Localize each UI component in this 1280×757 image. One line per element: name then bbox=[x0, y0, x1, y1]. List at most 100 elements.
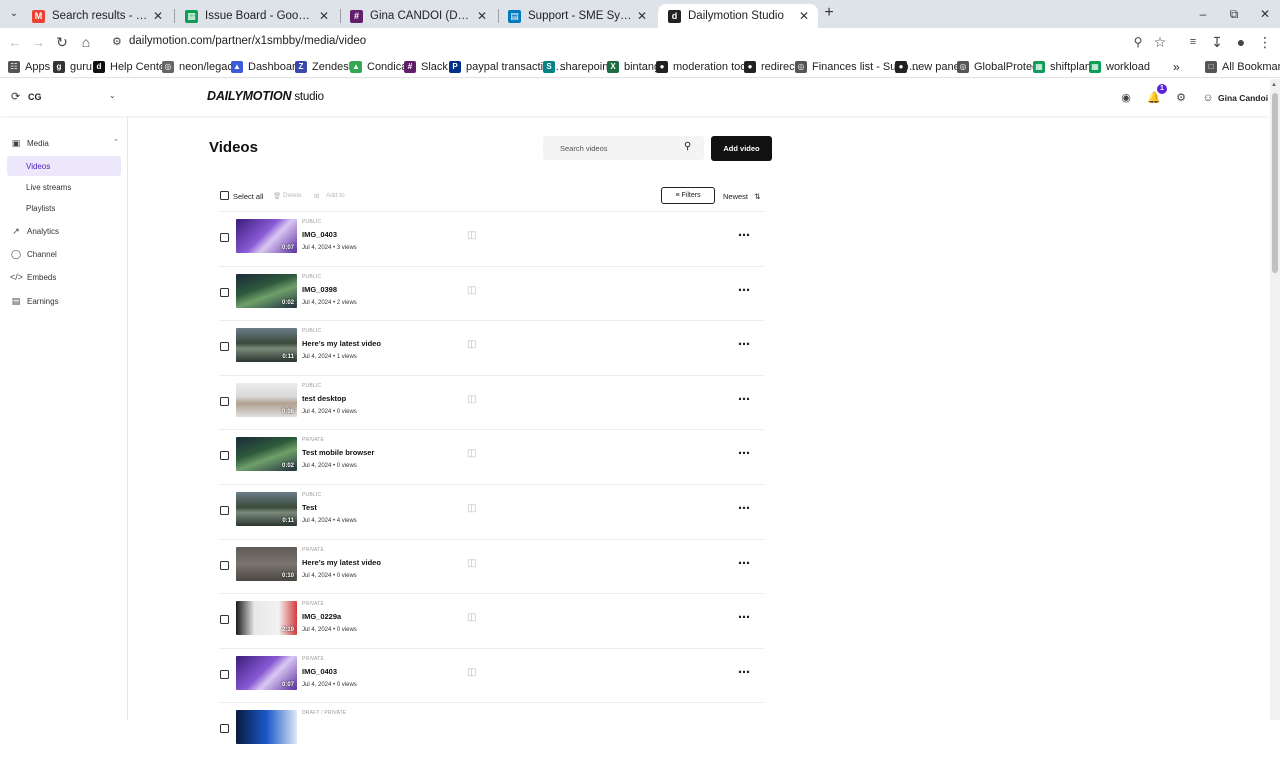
bookmark-item[interactable]: ● moderation tool bbox=[656, 60, 749, 74]
video-title[interactable]: IMG_0403 bbox=[302, 230, 337, 239]
video-row[interactable]: 0:11 PUBLIC Test Jul 4, 2024 • 4 views ◫ ⋯ bbox=[219, 484, 764, 539]
new-tab-button[interactable]: + bbox=[821, 4, 837, 22]
video-thumbnail[interactable]: 2:19 bbox=[236, 601, 297, 636]
address-bar[interactable]: ⚙ dailymotion.com/partner/x1smbby/media/… bbox=[104, 30, 1178, 54]
video-row[interactable]: 0:07 PUBLIC IMG_0403 Jul 4, 2024 • 3 views ◫… bbox=[219, 211, 764, 266]
video-thumbnail[interactable]: 0:07 bbox=[236, 219, 297, 253]
video-row[interactable]: 0:10 PRIVATE Here’s my latest video Jul 4, … bbox=[219, 538, 764, 594]
user-name[interactable]: Gina Candoi bbox=[1218, 93, 1268, 103]
browser-tab[interactable]: ▤ Support - SME Sync | Trello✕ bbox=[498, 4, 656, 28]
more-options-icon[interactable]: ⋯ bbox=[738, 665, 751, 679]
sidebar-item-channel[interactable]: ◯ Channel bbox=[10, 244, 120, 264]
bookmark-item[interactable]: Z Zendesk bbox=[295, 60, 354, 74]
video-title[interactable]: Test bbox=[302, 503, 317, 512]
zoom-icon[interactable]: ⚲ bbox=[1129, 33, 1147, 51]
dailymotion-studio-logo[interactable]: DAILYMOTION studio bbox=[207, 89, 324, 103]
video-thumbnail[interactable]: 0:11 bbox=[236, 328, 297, 363]
bookmark-item[interactable]: g guru bbox=[53, 60, 92, 74]
sidebar-item-earnings[interactable]: ▤ Earnings bbox=[10, 291, 120, 311]
sidebar-item-playlists[interactable]: Playlists bbox=[26, 198, 121, 218]
search-videos-input[interactable]: Search videos ⚲ bbox=[543, 136, 704, 160]
close-tab-icon[interactable]: ✕ bbox=[150, 9, 166, 23]
video-row[interactable]: 0:02 PUBLIC IMG_0398 Jul 4, 2024 • 2 views ◫… bbox=[219, 265, 764, 321]
forward-icon[interactable]: → bbox=[29, 33, 47, 51]
browser-tab[interactable]: ▦ Issue Board - Google Sheets✕ bbox=[175, 4, 338, 28]
video-title[interactable]: Here’s my latest video bbox=[302, 339, 381, 348]
sort-dropdown[interactable]: Newest ⇅ bbox=[723, 192, 760, 201]
scroll-up-icon[interactable]: ▲ bbox=[1271, 82, 1277, 88]
add-to-button[interactable]: Add to bbox=[326, 192, 345, 199]
browser-tab[interactable]: d Dailymotion Studio ✕ bbox=[658, 4, 818, 28]
home-icon[interactable]: ⌂ bbox=[77, 33, 95, 51]
video-thumbnail[interactable]: 0:06 bbox=[236, 382, 297, 417]
bookmark-item[interactable]: ▦ workload bbox=[1089, 60, 1150, 74]
more-options-icon[interactable]: ⋯ bbox=[738, 283, 751, 297]
video-row[interactable]: DRAFT / PRIVATE bbox=[219, 702, 764, 757]
more-options-icon[interactable]: ⋯ bbox=[738, 556, 751, 570]
bookmark-item[interactable]: ☷ Apps bbox=[8, 60, 50, 74]
bookmark-star-icon[interactable]: ☆ bbox=[1151, 33, 1169, 51]
user-icon[interactable]: ☺ bbox=[1201, 91, 1215, 105]
video-thumbnail[interactable]: 0:02 bbox=[236, 273, 297, 308]
video-row[interactable]: 0:02 PRIVATE Test mobile browser Jul 4, 202… bbox=[219, 429, 764, 484]
row-checkbox[interactable] bbox=[220, 233, 229, 242]
sidebar-item-videos[interactable]: Videos bbox=[7, 156, 121, 176]
close-tab-icon[interactable]: ✕ bbox=[316, 9, 332, 23]
more-bookmarks-icon[interactable]: » bbox=[1173, 60, 1180, 74]
video-thumbnail[interactable]: 0:07 bbox=[236, 655, 297, 690]
row-checkbox[interactable] bbox=[220, 342, 229, 352]
video-thumbnail[interactable]: 0:10 bbox=[236, 546, 297, 581]
video-title[interactable]: test desktop bbox=[302, 394, 346, 403]
more-options-icon[interactable]: ⋯ bbox=[738, 501, 751, 515]
minimize-icon[interactable]: – bbox=[1195, 6, 1211, 22]
browser-tab[interactable]: M Search results - gina.candoi@t…✕ bbox=[22, 4, 172, 28]
bookmark-item[interactable]: Xbintang bbox=[607, 60, 660, 74]
more-options-icon[interactable]: ⋯ bbox=[738, 610, 751, 624]
close-tab-icon[interactable]: ✕ bbox=[474, 9, 490, 23]
more-options-icon[interactable]: ⋯ bbox=[738, 392, 751, 406]
bookmark-item[interactable]: ▦ shiftplan bbox=[1033, 60, 1091, 74]
chevron-down-icon[interactable]: ⌄ bbox=[109, 91, 116, 100]
row-checkbox[interactable] bbox=[220, 615, 229, 625]
url-text[interactable]: dailymotion.com/partner/x1smbby/media/vi… bbox=[129, 35, 366, 47]
select-all-checkbox[interactable] bbox=[220, 191, 229, 200]
more-options-icon[interactable]: ⋯ bbox=[738, 337, 751, 351]
row-checkbox[interactable] bbox=[220, 669, 229, 679]
bookmark-item[interactable]: # Slack bbox=[404, 60, 448, 74]
add-video-button[interactable]: Add video bbox=[711, 136, 772, 161]
profile-icon[interactable]: ● bbox=[1232, 33, 1250, 51]
sidebar-item-embeds[interactable]: </> Embeds bbox=[10, 267, 120, 287]
sidebar-item-media[interactable]: ▣ Media bbox=[10, 133, 120, 153]
settings-gear-icon[interactable]: ⚙ bbox=[1174, 91, 1188, 105]
sidebar-item-analytics[interactable]: ↗ Analytics bbox=[10, 221, 120, 241]
video-thumbnail[interactable] bbox=[236, 710, 297, 745]
chevron-up-icon[interactable]: ⌃ bbox=[113, 138, 119, 146]
row-checkbox[interactable] bbox=[220, 396, 229, 406]
close-tab-icon[interactable]: ✕ bbox=[796, 9, 812, 23]
select-all-label[interactable]: Select all bbox=[233, 192, 263, 201]
filters-button[interactable]: ≡ Filters bbox=[661, 187, 715, 204]
media-queue-icon[interactable]: ≡ bbox=[1184, 33, 1202, 51]
reload-icon[interactable]: ↻ bbox=[53, 33, 71, 51]
video-title[interactable]: IMG_0398 bbox=[302, 285, 337, 294]
browser-menu-icon[interactable]: ⋮ bbox=[1256, 33, 1274, 51]
bookmark-item[interactable]: ◎ neon/legacy bbox=[162, 60, 238, 74]
workspace-name[interactable]: CG bbox=[28, 92, 42, 102]
video-title[interactable]: Here’s my latest video bbox=[302, 558, 381, 567]
close-tab-icon[interactable]: ✕ bbox=[634, 9, 650, 23]
live-icon[interactable]: ◉ bbox=[1119, 91, 1133, 105]
tab-search-chevron-icon[interactable]: ⌄ bbox=[5, 5, 23, 23]
restore-icon[interactable]: ⧉ bbox=[1226, 6, 1242, 22]
bookmark-item[interactable]: ● redirect bbox=[744, 60, 798, 74]
video-row[interactable]: 0:06 PUBLIC test desktop Jul 4, 2024 • 0 vi… bbox=[219, 374, 764, 430]
bookmark-item[interactable]: □ All Bookmarks bbox=[1205, 60, 1280, 74]
video-thumbnail[interactable]: 0:02 bbox=[236, 437, 297, 472]
more-options-icon[interactable]: ⋯ bbox=[738, 446, 751, 460]
video-row[interactable]: 2:19 PRIVATE IMG_0229a Jul 4, 2024 • 0 view… bbox=[219, 593, 764, 648]
site-settings-icon[interactable]: ⚙ bbox=[112, 34, 126, 50]
close-window-icon[interactable]: ✕ bbox=[1257, 6, 1273, 22]
browser-tab[interactable]: # Gina CANDOI (DM) - dailymotio…✕ bbox=[340, 4, 496, 28]
video-title[interactable]: IMG_0229a bbox=[302, 612, 341, 621]
bookmark-item[interactable]: ▲ Dashboard bbox=[231, 60, 302, 74]
bookmark-item[interactable]: ● new panel bbox=[895, 60, 962, 74]
